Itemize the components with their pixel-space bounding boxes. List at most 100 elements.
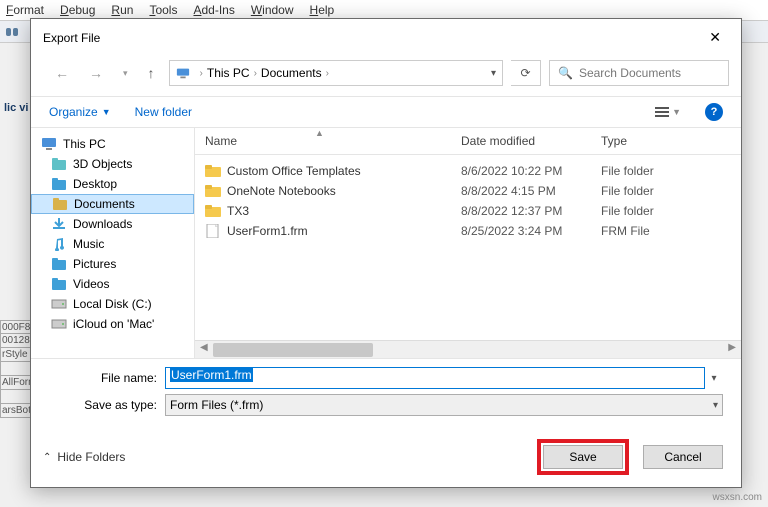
chevron-down-icon: ▼ [672, 107, 681, 117]
close-button[interactable]: ✕ [701, 27, 729, 48]
filetype-select[interactable]: Form Files (*.frm) ▾ [165, 394, 723, 416]
nav-row: ← → ▾ ↑ › This PC › Documents › ▾ ⟳ 🔍 Se… [31, 56, 741, 97]
tree-item-label: Pictures [73, 257, 116, 271]
tree-item-icloud-on-mac-[interactable]: iCloud on 'Mac' [31, 314, 194, 334]
file-date: 8/8/2022 12:37 PM [451, 201, 591, 221]
tree-item-videos[interactable]: Videos [31, 274, 194, 294]
file-date: 8/6/2022 10:22 PM [451, 161, 591, 181]
file-row[interactable]: TX3 8/8/2022 12:37 PMFile folder [195, 201, 741, 221]
dialog-body: This PC 3D Objects Desktop Documents Downloa… [31, 128, 741, 358]
tree-item-label: This PC [63, 137, 106, 151]
nav-recent-dd[interactable]: ▾ [117, 66, 134, 81]
tree-item-label: Videos [73, 277, 109, 291]
tree-item-label: Local Disk (C:) [73, 297, 152, 311]
file-row[interactable]: Custom Office Templates 8/6/2022 10:22 PM… [195, 161, 741, 181]
pc-icon [176, 66, 190, 80]
menu-run[interactable]: Run [111, 3, 133, 17]
chevron-up-icon: ⌃ [43, 452, 51, 463]
save-button[interactable]: Save [543, 445, 623, 469]
file-date: 8/25/2022 3:24 PM [451, 221, 591, 241]
sort-arrow-icon: ▲ [315, 128, 324, 138]
refresh-button[interactable]: ⟳ [511, 60, 541, 86]
breadcrumb-root[interactable]: This PC [207, 66, 250, 80]
help-button[interactable]: ? [705, 103, 723, 121]
filename-label: File name: [49, 371, 165, 385]
file-type: FRM File [591, 221, 741, 241]
col-type[interactable]: Type [591, 128, 741, 154]
chevron-right-icon: › [326, 68, 329, 79]
bg-panel-label: lic vi [0, 100, 32, 116]
scroll-thumb[interactable] [213, 343, 373, 357]
file-type: File folder [591, 181, 741, 201]
menu-addins[interactable]: Add-Ins [193, 3, 234, 17]
organize-button[interactable]: Organize ▼ [49, 105, 111, 119]
col-date[interactable]: Date modified [451, 128, 591, 154]
tree-item-label: Music [73, 237, 104, 251]
file-pane: Name ▲ Date modified Type Custom Office … [195, 128, 741, 358]
chevron-right-icon: › [200, 68, 203, 79]
nav-forward[interactable]: → [83, 63, 109, 83]
file-type: File folder [591, 201, 741, 221]
breadcrumb-dropdown[interactable]: ▾ [491, 68, 496, 79]
file-name: Custom Office Templates [227, 164, 361, 178]
nav-back[interactable]: ← [49, 63, 75, 83]
filename-section: File name: UserForm1.frm ▾ Save as type:… [31, 358, 741, 429]
file-name: UserForm1.frm [227, 224, 308, 238]
menu-window[interactable]: Window [251, 3, 294, 17]
hide-folders-button[interactable]: ⌃ Hide Folders [43, 450, 125, 464]
export-file-dialog: Export File ✕ ← → ▾ ↑ › This PC › Docume… [30, 18, 742, 488]
tree-item-label: Downloads [73, 217, 132, 231]
search-placeholder: Search Documents [579, 66, 681, 80]
search-input[interactable]: 🔍 Search Documents [549, 60, 729, 86]
menu-tools[interactable]: Tools [149, 3, 177, 17]
file-name: TX3 [227, 204, 249, 218]
chevron-right-icon: › [254, 68, 257, 79]
dialog-title: Export File [43, 31, 100, 45]
save-highlight: Save [537, 439, 629, 475]
file-type: File folder [591, 161, 741, 181]
view-mode-button[interactable]: ▼ [655, 105, 681, 119]
tree-item-pictures[interactable]: Pictures [31, 254, 194, 274]
tree-item-downloads[interactable]: Downloads [31, 214, 194, 234]
menu-format[interactable]: Format [6, 3, 44, 17]
tree-item-label: Documents [74, 197, 135, 211]
breadcrumb[interactable]: › This PC › Documents › ▾ [169, 60, 503, 86]
tree-item-label: Desktop [73, 177, 117, 191]
file-row[interactable]: OneNote Notebooks 8/8/2022 4:15 PMFile fo… [195, 181, 741, 201]
tree-item-music[interactable]: Music [31, 234, 194, 254]
chevron-down-icon: ▾ [713, 400, 718, 411]
file-list: Custom Office Templates 8/6/2022 10:22 PM… [195, 155, 741, 340]
tree-item-3d-objects[interactable]: 3D Objects [31, 154, 194, 174]
tree-item-this-pc[interactable]: This PC [31, 134, 194, 154]
filetype-label: Save as type: [49, 398, 165, 412]
nav-up[interactable]: ↑ [142, 63, 161, 83]
new-folder-button[interactable]: New folder [135, 105, 192, 119]
file-row[interactable]: UserForm1.frm 8/25/2022 3:24 PMFRM File [195, 221, 741, 241]
menu-debug[interactable]: Debug [60, 3, 95, 17]
tree-item-desktop[interactable]: Desktop [31, 174, 194, 194]
filename-dropdown[interactable]: ▾ [705, 373, 723, 384]
horizontal-scrollbar[interactable]: ◀ ▶ [195, 340, 741, 358]
binoculars-icon [4, 24, 20, 40]
filename-input[interactable]: UserForm1.frm [165, 367, 705, 389]
search-icon: 🔍 [558, 66, 573, 80]
toolbar: Organize ▼ New folder ▼ ? [31, 97, 741, 128]
tree-item-documents[interactable]: Documents [31, 194, 194, 214]
scroll-left-icon[interactable]: ◀ [200, 342, 208, 353]
cancel-button[interactable]: Cancel [643, 445, 723, 469]
tree-item-label: iCloud on 'Mac' [73, 317, 154, 331]
menu-help[interactable]: Help [310, 3, 335, 17]
watermark: wsxsn.com [713, 492, 762, 503]
file-name: OneNote Notebooks [227, 184, 336, 198]
view-icon [655, 105, 669, 119]
tree-item-label: 3D Objects [73, 157, 132, 171]
titlebar: Export File ✕ [31, 19, 741, 56]
col-name[interactable]: Name ▲ [195, 128, 451, 154]
breadcrumb-folder[interactable]: Documents [261, 66, 322, 80]
scroll-right-icon[interactable]: ▶ [728, 342, 736, 353]
tree-item-local-disk-c-[interactable]: Local Disk (C:) [31, 294, 194, 314]
file-date: 8/8/2022 4:15 PM [451, 181, 591, 201]
chevron-down-icon: ▼ [102, 107, 111, 117]
footer: ⌃ Hide Folders Save Cancel [31, 429, 741, 487]
folder-tree: This PC 3D Objects Desktop Documents Downloa… [31, 128, 195, 358]
